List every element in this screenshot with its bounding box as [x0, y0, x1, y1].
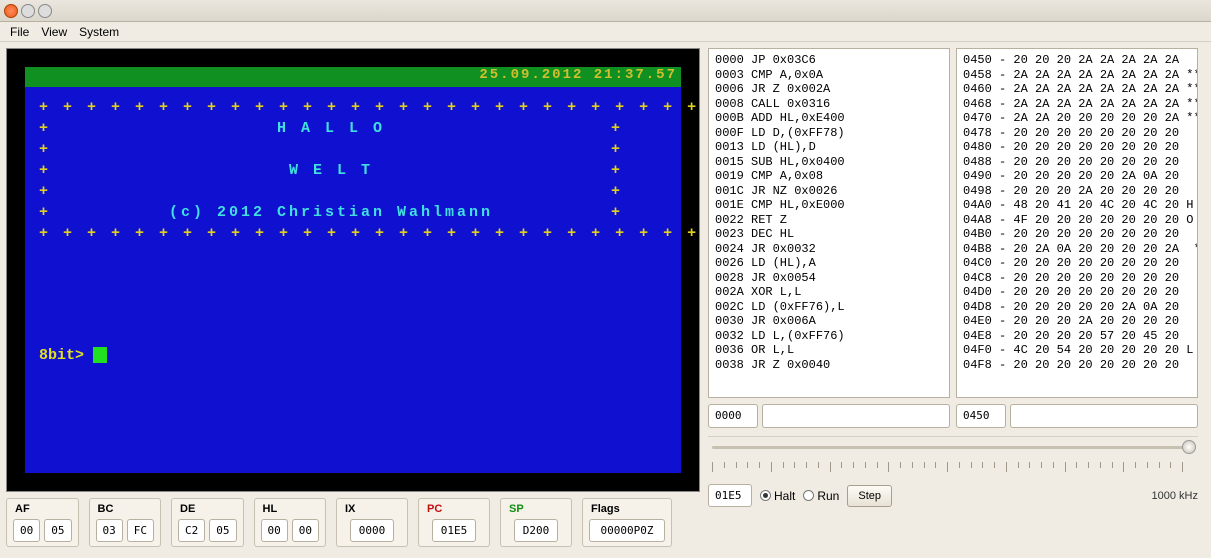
reg-hl-hi[interactable]: 00: [261, 519, 288, 542]
reg-af-hi[interactable]: 00: [13, 519, 40, 542]
reg-sp: SP D200: [500, 498, 572, 547]
menu-system[interactable]: System: [79, 25, 119, 39]
speed-slider[interactable]: [708, 436, 1198, 456]
screen-border: +: [611, 204, 623, 221]
screen-border: +: [39, 141, 51, 158]
maximize-icon[interactable]: [38, 4, 52, 18]
hexdump-command-input[interactable]: [1010, 404, 1198, 428]
screen-text-welt: W E L T: [51, 160, 611, 181]
menu-view[interactable]: View: [41, 25, 67, 39]
screen-prompt: 8bit>: [39, 347, 93, 364]
screen-border: +: [39, 162, 51, 179]
slider-ticks: [708, 462, 1198, 478]
reg-af-lo[interactable]: 05: [44, 519, 71, 542]
reg-label: HL: [261, 503, 320, 519]
reg-sp-val[interactable]: D200: [514, 519, 558, 542]
menubar: File View System: [0, 22, 1211, 42]
reg-ix-val[interactable]: 0000: [350, 519, 394, 542]
screen-border: +: [39, 183, 51, 200]
screen-border: +: [611, 120, 623, 137]
reg-label: SP: [507, 503, 565, 519]
menu-file[interactable]: File: [10, 25, 29, 39]
run-label: Run: [817, 489, 839, 503]
reg-pc-val[interactable]: 01E5: [432, 519, 476, 542]
screen-border: +: [611, 141, 623, 158]
disassembly-panel[interactable]: 0000 JP 0x03C6 0003 CMP A,0x0A 0006 JR Z…: [708, 48, 950, 398]
reg-label: BC: [96, 503, 155, 519]
reg-de-hi[interactable]: C2: [178, 519, 205, 542]
reg-bc: BC 03 FC: [89, 498, 162, 547]
reg-hl: HL 00 00: [254, 498, 327, 547]
halt-radio[interactable]: Halt: [760, 489, 795, 503]
reg-label: Flags: [589, 503, 665, 519]
register-panel: AF 00 05 BC 03 FC DE C2 05: [6, 498, 702, 547]
screen-border-top: + + + + + + + + + + + + + + + + + + + + …: [39, 97, 667, 118]
screen-border: +: [39, 204, 51, 221]
screen-border: +: [39, 120, 51, 137]
minimize-icon[interactable]: [21, 4, 35, 18]
reg-hl-lo[interactable]: 00: [292, 519, 319, 542]
hexdump-address-input[interactable]: 0450: [956, 404, 1006, 428]
speed-display: 1000 kHz: [1152, 490, 1198, 502]
current-pc-display[interactable]: 01E5: [708, 484, 752, 507]
hexdump-panel[interactable]: 0450 - 20 20 20 2A 2A 2A 2A 2A ***** 045…: [956, 48, 1198, 398]
reg-bc-hi[interactable]: 03: [96, 519, 123, 542]
close-icon[interactable]: [4, 4, 18, 18]
reg-de: DE C2 05: [171, 498, 244, 547]
reg-de-lo[interactable]: 05: [209, 519, 236, 542]
screen-timestamp: 25.09.2012 21:37.57: [25, 67, 681, 87]
emulator-screen: 25.09.2012 21:37.57 + + + + + + + + + + …: [6, 48, 700, 492]
window-titlebar: [0, 0, 1211, 22]
screen-border: +: [611, 162, 623, 179]
reg-label: PC: [425, 503, 483, 519]
reg-bc-lo[interactable]: FC: [127, 519, 154, 542]
slider-thumb-icon[interactable]: [1182, 440, 1196, 454]
screen-text-hallo: H A L L O: [51, 118, 611, 139]
disasm-command-input[interactable]: [762, 404, 950, 428]
run-radio[interactable]: Run: [803, 489, 839, 503]
reg-label: IX: [343, 503, 401, 519]
step-button[interactable]: Step: [847, 485, 892, 507]
screen-text-copyright: (c) 2012 Christian Wahlmann: [51, 202, 611, 223]
reg-ix: IX 0000: [336, 498, 408, 547]
reg-label: AF: [13, 503, 72, 519]
screen-border-bottom: + + + + + + + + + + + + + + + + + + + + …: [39, 223, 667, 244]
reg-af: AF 00 05: [6, 498, 79, 547]
reg-flags: Flags 00000P0Z: [582, 498, 672, 547]
halt-label: Halt: [774, 489, 795, 503]
reg-label: DE: [178, 503, 237, 519]
reg-flags-val[interactable]: 00000P0Z: [589, 519, 665, 542]
reg-pc: PC 01E5: [418, 498, 490, 547]
screen-border: +: [611, 183, 623, 200]
disasm-address-input[interactable]: 0000: [708, 404, 758, 428]
cursor-icon: [93, 347, 107, 363]
